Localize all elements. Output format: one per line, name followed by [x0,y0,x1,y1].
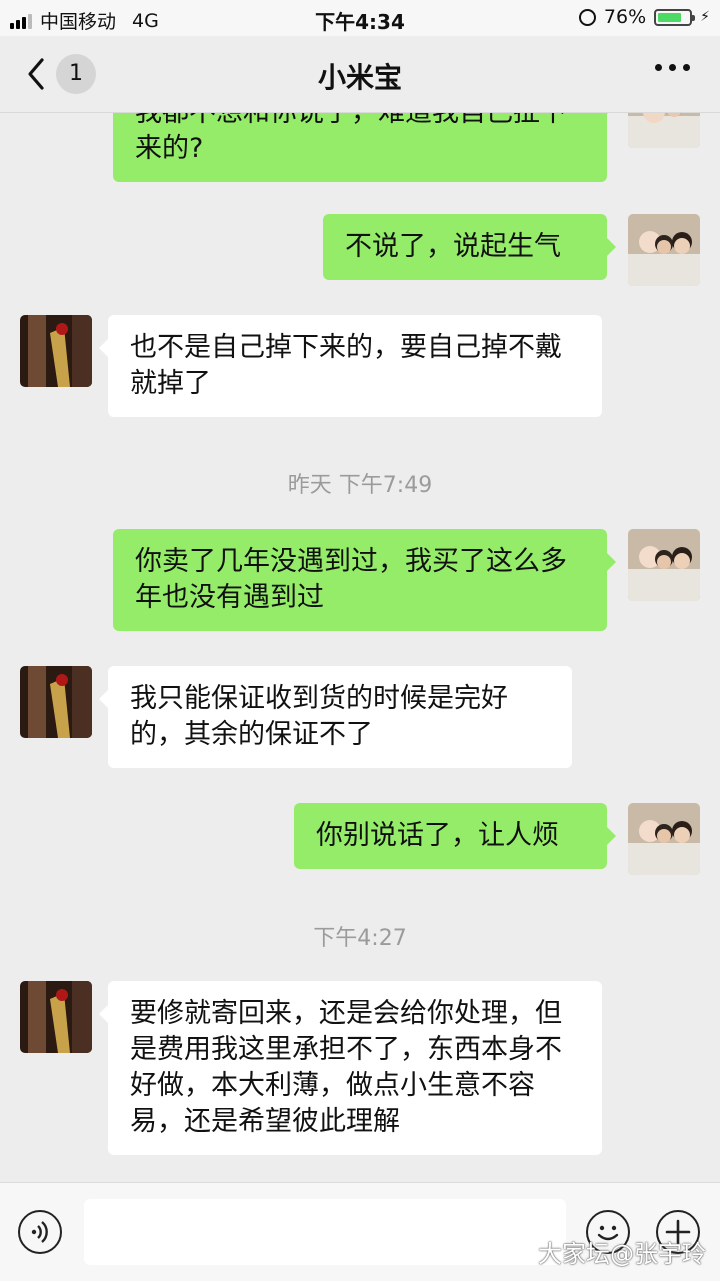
voice-icon [31,1221,48,1243]
more-options-button[interactable] [655,64,690,71]
charging-icon: ⚡ [700,9,710,25]
chat-title: 小米宝 [317,61,402,94]
message-bubble-received[interactable]: 要修就寄回来，还是会给你处理，但是费用我这里承担不了，东西本身不好做，本大利薄，… [99,981,602,1155]
watermark: 大家坛@张宇玲 [538,1240,706,1268]
message-bubble-received[interactable]: 我只能保证收到货的时候是完好的，其余的保证不了 [99,666,572,768]
contact-avatar[interactable] [20,981,92,1053]
timestamp: 昨天 下午7:49 [287,473,433,498]
voice-input-button[interactable] [18,1210,62,1254]
message-list[interactable]: 我都不想和你说了，难道我自己扯下来的? 不说了，说起生气 也不是自己掉下来的，要… [0,112,720,1182]
message-bubble-sent[interactable]: 你别说话了，让人烦 [294,803,616,869]
message-bubble-sent[interactable]: 你卖了几年没遇到过，我买了这么多年也没有遇到过 [113,529,616,631]
timestamp: 下午4:27 [313,926,407,951]
status-right: 76% ⚡ [578,6,710,28]
orientation-lock-icon [578,8,596,26]
contact-avatar[interactable] [20,666,92,738]
message-input[interactable] [84,1199,566,1265]
message-bubble-sent[interactable]: 不说了，说起生气 [323,214,616,280]
battery-percent: 76% [603,6,647,28]
status-bar: 中国移动 4G 下午4:34 76% ⚡ [0,0,720,36]
input-bar: 大家坛@张宇玲 [0,1182,720,1281]
my-avatar[interactable] [628,214,700,286]
message-bubble-received[interactable]: 也不是自己掉下来的，要自己掉不戴就掉了 [99,315,602,417]
my-avatar[interactable] [628,112,700,148]
battery-icon [654,8,696,26]
my-avatar[interactable] [628,529,700,601]
my-avatar[interactable] [628,803,700,875]
contact-avatar[interactable] [20,315,92,387]
message-bubble-sent[interactable]: 我都不想和你说了，难道我自己扯下来的? [113,112,616,182]
chat-header: 1 小米宝 [0,36,720,113]
